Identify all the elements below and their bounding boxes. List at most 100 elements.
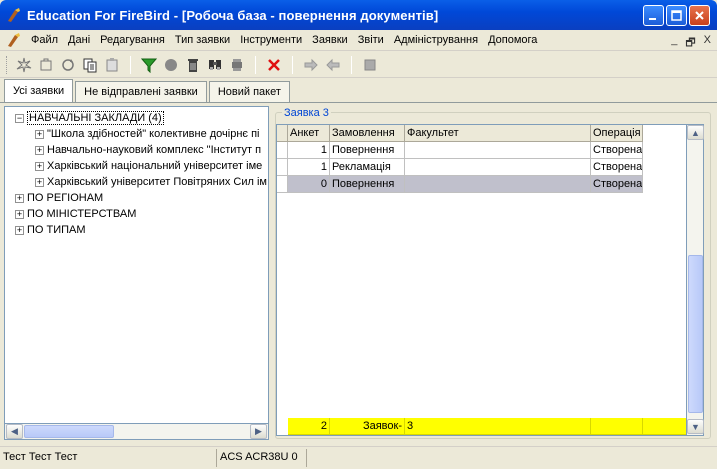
cell-fak[interactable] xyxy=(405,142,591,159)
record-button[interactable] xyxy=(161,55,181,75)
find-button[interactable] xyxy=(205,55,225,75)
cell-fak[interactable] xyxy=(405,159,591,176)
copy-button[interactable] xyxy=(80,55,100,75)
expand-icon[interactable]: + xyxy=(35,129,44,139)
toolbar-separator xyxy=(130,55,131,74)
column-header[interactable]: Замовлення xyxy=(330,125,405,142)
expand-icon[interactable]: + xyxy=(15,193,24,203)
toolbar-grip[interactable] xyxy=(6,55,9,74)
institution-tree[interactable]: − НАВЧАЛЬНІ ЗАКЛАДИ (4) + "Школа здібносте… xyxy=(4,106,269,439)
expand-icon[interactable]: + xyxy=(15,209,24,219)
delete-button[interactable] xyxy=(183,55,203,75)
footer-filler xyxy=(643,418,686,435)
tab-new-package[interactable]: Новий пакет xyxy=(208,81,290,103)
collapse-icon[interactable]: − xyxy=(15,113,24,123)
menu-tools[interactable]: Інструменти xyxy=(235,30,307,51)
stop-button[interactable] xyxy=(360,55,380,75)
toolbar-separator xyxy=(351,55,352,74)
cell-op[interactable]: Створена xyxy=(591,142,643,159)
filter-icon xyxy=(141,58,157,73)
menu-requests[interactable]: Заявки xyxy=(307,30,353,51)
new-button[interactable] xyxy=(14,55,34,75)
menu-bar: Файл Дані Редагування Тип заявки Інструм… xyxy=(0,30,717,51)
menu-edit[interactable]: Редагування xyxy=(95,30,170,51)
cell-ank[interactable]: 1 xyxy=(288,159,330,176)
scroll-left-button[interactable]: ◀ xyxy=(6,424,23,439)
tree-horizontal-scrollbar[interactable]: ◀ ▶ xyxy=(4,423,269,440)
table-row-current[interactable]: 0 Повернення Створена xyxy=(277,176,643,193)
cell-ank[interactable]: 1 xyxy=(288,142,330,159)
paste-icon xyxy=(106,57,118,71)
panel-splitter[interactable] xyxy=(271,104,274,441)
tree-node-child[interactable]: + Харківський університет Повітряних Сил … xyxy=(35,174,267,190)
tree-node-ministries[interactable]: + ПО МІНІСТЕРСТВАМ xyxy=(15,206,136,222)
receive-button[interactable] xyxy=(323,55,343,75)
row-indicator[interactable] xyxy=(277,159,288,176)
cell-op[interactable]: Створена xyxy=(591,176,643,193)
cell-ank[interactable]: 0 xyxy=(288,176,330,193)
expand-icon[interactable]: + xyxy=(35,145,44,155)
cell-op[interactable]: Створена xyxy=(591,159,643,176)
scroll-right-button[interactable]: ▶ xyxy=(250,424,267,439)
menu-help[interactable]: Допомога xyxy=(483,30,542,51)
menu-data[interactable]: Дані xyxy=(63,30,95,51)
row-indicator[interactable] xyxy=(277,176,288,193)
mdi-minimize-button[interactable]: _ xyxy=(671,34,677,53)
scroll-up-button[interactable]: ▲ xyxy=(687,125,704,140)
table-row[interactable]: 1 Рекламація Створена xyxy=(277,159,643,176)
expand-icon[interactable]: + xyxy=(35,177,44,187)
scroll-thumb[interactable] xyxy=(24,425,114,438)
minimize-icon xyxy=(649,18,656,20)
grid-vertical-scrollbar[interactable]: ▲ ▼ xyxy=(687,124,704,436)
tab-unsent-requests[interactable]: Не відправлені заявки xyxy=(75,81,207,103)
tree-node-types[interactable]: + ПО ТИПАМ xyxy=(15,222,86,238)
close-button[interactable] xyxy=(689,5,710,26)
tree-node-label: ПО РЕГІОНАМ xyxy=(27,192,104,204)
app-menu-icon[interactable] xyxy=(6,32,22,48)
table-row[interactable]: 1 Повернення Створена xyxy=(277,142,643,159)
minimize-button[interactable] xyxy=(643,5,664,26)
column-header[interactable]: Анкет xyxy=(288,125,330,142)
status-reader: ACS ACR38U 0 xyxy=(217,449,307,467)
print-icon xyxy=(232,58,242,71)
scroll-thumb[interactable] xyxy=(688,255,703,413)
cancel-button[interactable] xyxy=(264,55,284,75)
tree-node-label: Навчально-науковий комплекс "Інститут п xyxy=(47,144,262,156)
scroll-down-button[interactable]: ▼ xyxy=(687,419,704,434)
menu-reports[interactable]: Звіти xyxy=(353,30,389,51)
tab-all-requests[interactable]: Усі заявки xyxy=(4,79,74,103)
cancel-icon xyxy=(268,58,280,71)
tree-node-child[interactable]: + Навчально-науковий комплекс "Інститут п xyxy=(35,142,261,158)
tab-divider xyxy=(0,102,717,103)
expand-icon[interactable]: + xyxy=(35,161,44,171)
tree-node-regions[interactable]: + ПО РЕГІОНАМ xyxy=(15,190,103,206)
print-button[interactable] xyxy=(227,55,247,75)
row-indicator[interactable] xyxy=(277,142,288,159)
menu-file[interactable]: Файл xyxy=(26,30,63,51)
footer-zam: Заявок- xyxy=(330,418,405,435)
maximize-button[interactable] xyxy=(666,5,687,26)
cell-zam[interactable]: Рекламація xyxy=(330,159,405,176)
mdi-restore-button[interactable]: 🗗 xyxy=(685,34,695,53)
cell-zam[interactable]: Повернення xyxy=(330,142,405,159)
title-bar: Education For FireBird - [Робоча база - … xyxy=(0,0,717,30)
expand-icon[interactable]: + xyxy=(15,225,24,235)
tree-node-child[interactable]: + Харківський національний університет ім… xyxy=(35,158,262,174)
menu-request-type[interactable]: Тип заявки xyxy=(170,30,235,51)
filter-button[interactable] xyxy=(139,55,159,75)
request-grid[interactable]: Анкет Замовлення Факультет Операція 1 По… xyxy=(276,124,687,436)
cell-zam[interactable]: Повернення xyxy=(330,176,405,193)
refresh-button[interactable] xyxy=(58,55,78,75)
grid-header: Анкет Замовлення Факультет Операція xyxy=(277,125,643,142)
menu-admin[interactable]: Адміністрування xyxy=(389,30,483,51)
paste-button[interactable] xyxy=(102,55,122,75)
column-header[interactable]: Операція xyxy=(591,125,643,142)
cell-fak[interactable] xyxy=(405,176,591,193)
tree-node-root[interactable]: − НАВЧАЛЬНІ ЗАКЛАДИ (4) xyxy=(15,110,164,126)
column-header[interactable]: Факультет xyxy=(405,125,591,142)
grid-footer: 2 Заявок- 3 xyxy=(288,418,686,435)
tree-node-child[interactable]: + "Школа здібностей" колективне дочірнє п… xyxy=(35,126,259,142)
open-button[interactable] xyxy=(36,55,56,75)
mdi-close-button[interactable]: X xyxy=(704,34,711,53)
send-button[interactable] xyxy=(301,55,321,75)
